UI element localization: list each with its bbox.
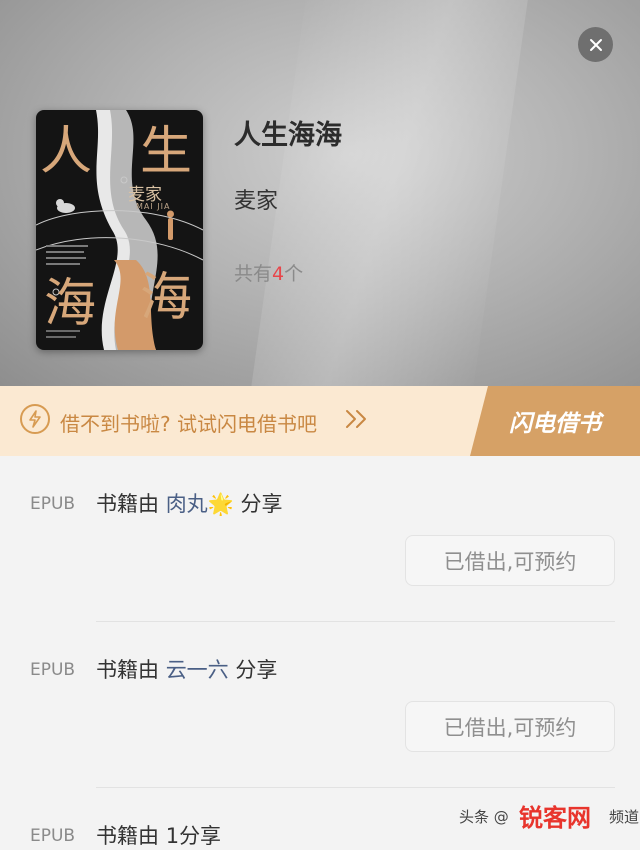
cover-char: 海 [44,274,97,334]
flash-borrow-banner[interactable]: 借不到书啦? 试试闪电借书吧 闪电借书 [0,386,640,456]
share-prefix: 书籍由 [96,492,159,516]
share-line: 书籍由 肉丸🌟 分享 [96,488,283,518]
share-list: EPUB 书籍由 肉丸🌟 分享 已借出,可预约 EPUB 书籍由 云一六 分享 … [0,456,640,848]
book-header: 人 生 海 海 麦家 MAI JIA 人生海海 麦家 共有4个 [0,0,640,386]
sharer-name[interactable]: 1 [166,824,179,848]
format-label: EPUB [30,494,76,514]
watermark: 头条 @ 锐客网 频道 [459,796,640,836]
count-number: 4 [272,263,285,285]
count-suffix: 个 [284,263,304,285]
share-prefix: 书籍由 [96,824,159,848]
cover-author-en: MAI JIA [136,202,171,211]
cover-char: 人 [40,122,93,182]
double-chevron-right-icon [346,410,366,428]
close-icon [589,38,602,51]
share-suffix: 分享 [179,824,222,848]
flash-borrow-button-label: 闪电借书 [509,411,601,437]
share-line: 书籍由 云一六 分享 [96,654,277,684]
book-title: 人生海海 [234,120,342,151]
cover-char: 海 [140,268,193,328]
share-suffix: 分享 [235,658,278,682]
flash-borrow-button[interactable]: 闪电借书 [470,386,640,456]
sharer-name[interactable]: 肉丸 [166,492,208,516]
lightning-icon [20,404,50,434]
reserve-button[interactable]: 已借出,可预约 [405,535,615,586]
count-prefix: 共有 [234,263,273,285]
watermark-logo: 锐客网 [519,804,591,832]
sharer-name[interactable]: 云一六 [166,658,229,682]
copy-count: 共有4个 [234,259,303,286]
divider [96,621,615,622]
share-suffix: 分享 [240,492,283,516]
divider [96,787,615,788]
watermark-text: 头条 @ [459,808,509,826]
book-cover[interactable]: 人 生 海 海 麦家 MAI JIA [36,110,203,350]
reserve-button[interactable]: 已借出,可预约 [405,701,615,752]
banner-text: 借不到书啦? 试试闪电借书吧 [60,412,317,436]
format-label: EPUB [30,660,76,680]
cover-char: 生 [140,122,193,182]
share-line: 书籍由 1分享 [96,820,221,850]
share-prefix: 书籍由 [96,658,159,682]
book-author[interactable]: 麦家 [234,183,278,215]
watermark-tail: 频道 [609,808,640,826]
format-label: EPUB [30,826,76,846]
close-button[interactable] [578,27,613,62]
sharer-badge-icon: 🌟 [207,492,234,516]
